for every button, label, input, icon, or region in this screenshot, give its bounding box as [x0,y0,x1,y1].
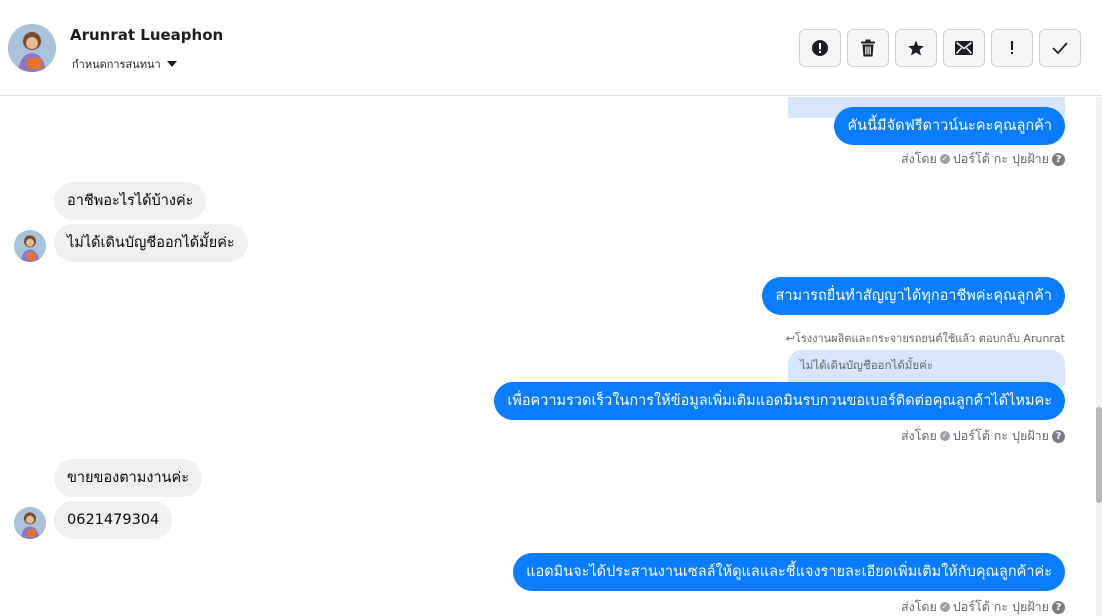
incoming-message[interactable]: ไม่ได้เดินบัญชีออกได้มั้ยค่ะ [54,224,248,262]
incoming-message[interactable]: 0621479304 [54,501,173,539]
contact-avatar[interactable] [8,24,56,72]
mark-unread-button[interactable] [943,29,985,67]
contact-avatar-small[interactable] [14,507,46,539]
delete-button[interactable] [847,29,889,67]
reply-arrow-icon: ↩ [785,332,795,345]
outgoing-message[interactable]: คันนี้มีจัดฟรีดาวน์นะคะคุณลูกค้า [834,107,1065,145]
reply-note-text: โรงงานผลิตและกระจายรถยนต์ใช้แล้ว ตอบกลับ… [794,332,1065,345]
conversation-label-dropdown[interactable]: กำหนดการสนทนา [72,55,177,73]
exclamation-icon [1011,41,1013,54]
sent-by-label: ส่งโดย ✓ ปอร์โต้ กะ ปุยฝ้าย ? [901,426,1065,446]
sent-by-prefix: ส่งโดย [900,151,937,166]
sent-by-prefix: ส่งโดย [900,599,937,614]
help-icon[interactable]: ? [1052,600,1065,614]
star-icon [908,40,924,56]
verified-icon: ✓ [939,431,950,441]
incoming-message[interactable]: อาชีพอะไรได้บ้างค่ะ [54,182,207,220]
sent-by-label: ส่งโดย ✓ ปอร์โต้ กะ ปุยฝ้าย ? [901,597,1065,616]
follow-up-button[interactable] [991,29,1033,67]
sent-by-name[interactable]: ปอร์โต้ กะ ปุยฝ้าย [953,426,1049,446]
star-button[interactable] [895,29,937,67]
reply-note: ↩โรงงานผลิตและกระจายรถยนต์ใช้แล้ว ตอบกลั… [786,329,1065,347]
verified-icon: ✓ [939,154,950,164]
scrollbar-thumb[interactable] [1096,407,1102,503]
sent-by-prefix: ส่งโดย [900,428,937,443]
incoming-message[interactable]: ขายของตามงานค่ะ [54,459,202,497]
sent-by-name[interactable]: ปอร์โต้ กะ ปุยฝ้าย [953,149,1049,169]
outgoing-message[interactable]: สามารถยื่นทำสัญญาได้ทุกอาชีพค่ะคุณลูกค้า [762,277,1065,315]
outgoing-message[interactable]: เพื่อความรวดเร็วในการให้ข้อมูลเพิ่มเติมแ… [494,382,1065,420]
contact-avatar-small[interactable] [14,230,46,262]
verified-icon: ✓ [939,602,950,612]
sent-by-label: ส่งโดย ✓ ปอร์โต้ กะ ปุยฝ้าย ? [901,149,1065,169]
quoted-message[interactable]: ไม่ได้เดินบัญชีออกได้มั้ยค่ะ [788,350,1065,386]
checkmark-icon [1052,42,1068,55]
message-thread[interactable]: คันนี้มีจัดฟรีดาวน์นะคะคุณลูกค้า ส่งโดย … [0,97,1096,616]
help-icon[interactable]: ? [1052,429,1065,443]
caret-down-icon [166,61,177,67]
mark-done-button[interactable] [1039,29,1081,67]
sent-by-name[interactable]: ปอร์โต้ กะ ปุยฝ้าย [953,597,1049,616]
conversation-header: Arunrat Lueaphon กำหนดการสนทนา [0,0,1102,96]
mark-spam-button[interactable] [799,29,841,67]
alert-circle-icon [812,40,828,56]
thread-scrollbar[interactable] [1096,97,1102,616]
outgoing-message[interactable]: แอดมินจะได้ประสานงานเซลล์ให้ดูแลและชี้แจ… [513,553,1065,591]
help-icon[interactable]: ? [1052,152,1065,166]
conversation-label-text: กำหนดการสนทนา [72,58,161,71]
contact-name: Arunrat Lueaphon [70,26,224,44]
envelope-icon [955,41,973,55]
conversation-toolbar [799,29,1081,67]
trash-icon [861,39,875,57]
